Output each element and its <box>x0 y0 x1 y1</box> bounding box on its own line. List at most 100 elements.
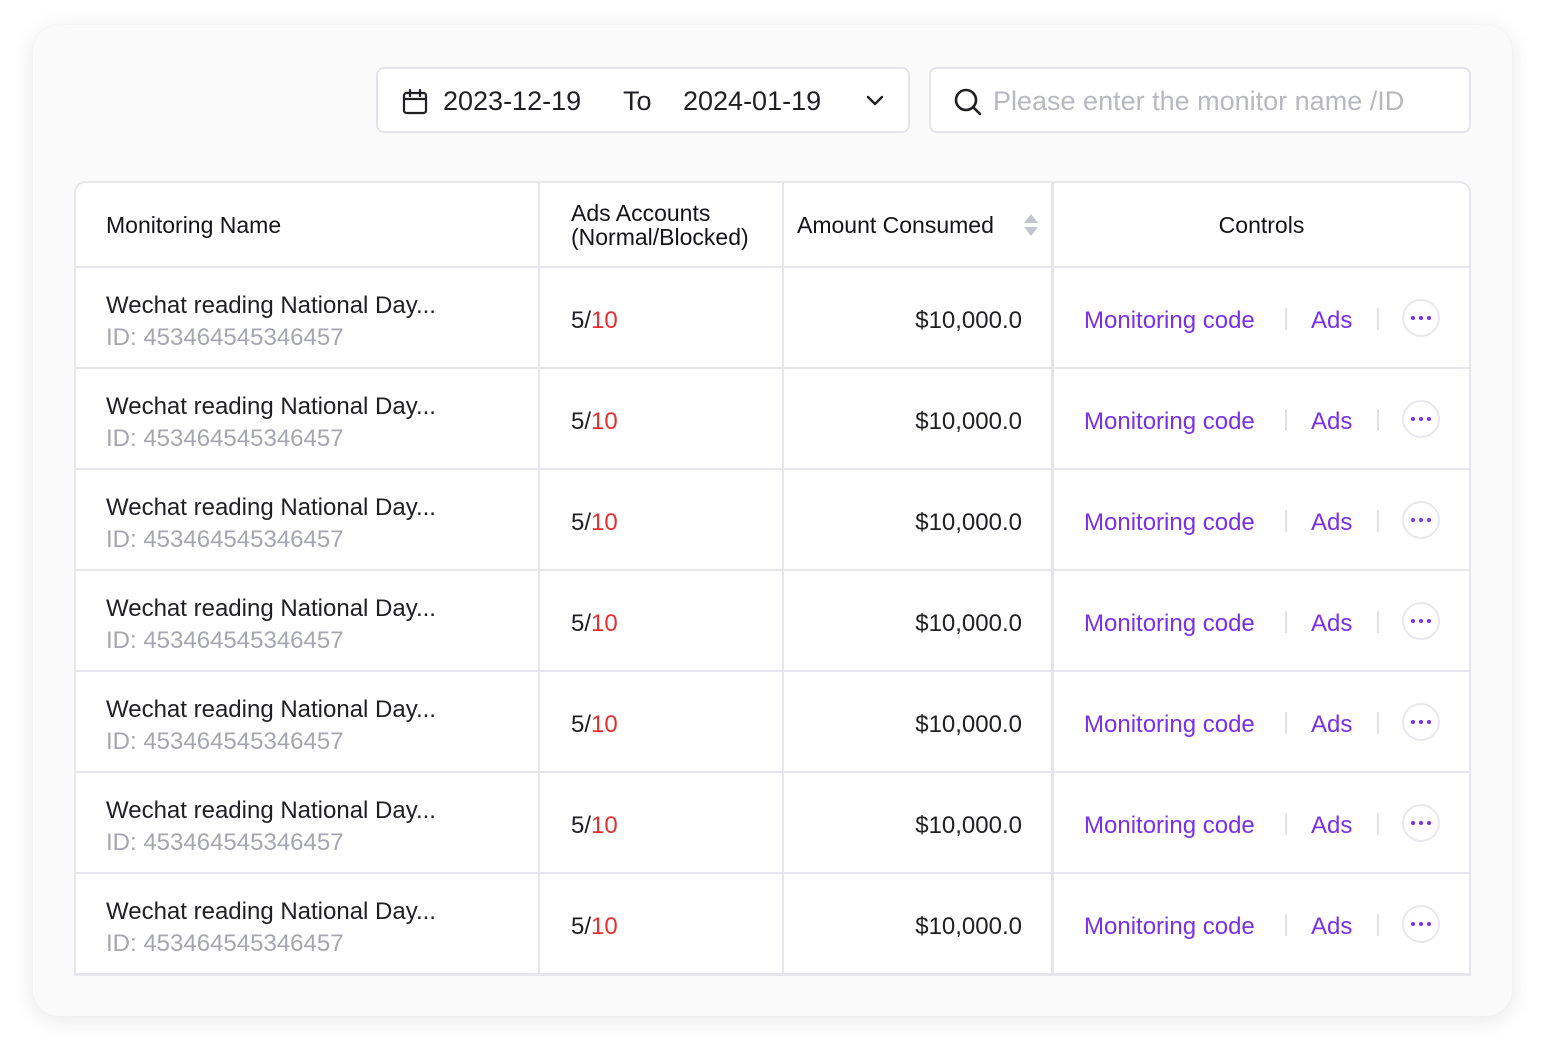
monitoring-code-link[interactable]: Monitoring code <box>1084 408 1255 436</box>
amount-consumed: $10,000.0 <box>915 610 1022 637</box>
separator <box>1377 611 1379 633</box>
date-range-picker[interactable]: 2023-12-19 To 2024-01-19 <box>376 67 910 133</box>
chevron-down-icon[interactable] <box>865 94 885 108</box>
table-row: Wechat reading National Day... ID: 45346… <box>76 874 1469 974</box>
amount-consumed: $10,000.0 <box>915 913 1022 940</box>
separator <box>1285 611 1287 633</box>
more-horizontal-icon[interactable] <box>1402 905 1440 943</box>
ads-accounts-count: 5/10 <box>571 408 618 435</box>
more-horizontal-icon[interactable] <box>1402 501 1440 539</box>
search-icon <box>954 88 982 116</box>
ads-accounts-count: 5/10 <box>571 307 618 334</box>
normal-count: 5 <box>571 711 585 738</box>
table-row: Wechat reading National Day... ID: 45346… <box>76 470 1469 571</box>
sort-icon[interactable] <box>1022 211 1040 239</box>
separator <box>1377 712 1379 734</box>
header-amount-consumed[interactable]: Amount Consumed <box>797 213 994 237</box>
search-box[interactable] <box>929 67 1471 133</box>
ads-link[interactable]: Ads <box>1311 711 1352 739</box>
monitor-id: ID: 453464545346457 <box>106 324 344 351</box>
separator <box>1285 510 1287 532</box>
monitor-name[interactable]: Wechat reading National Day... <box>106 696 436 724</box>
more-horizontal-icon[interactable] <box>1402 299 1440 337</box>
monitor-name[interactable]: Wechat reading National Day... <box>106 292 436 320</box>
calendar-icon <box>402 88 428 115</box>
separator <box>1285 914 1287 936</box>
monitoring-code-link[interactable]: Monitoring code <box>1084 307 1255 335</box>
table-row: Wechat reading National Day... ID: 45346… <box>76 369 1469 470</box>
header-ads-accounts: Ads Accounts (Normal/Blocked) <box>571 201 781 249</box>
more-horizontal-icon[interactable] <box>1402 804 1440 842</box>
monitoring-code-link[interactable]: Monitoring code <box>1084 812 1255 840</box>
monitoring-panel: 2023-12-19 To 2024-01-19 Monitoring Name… <box>33 25 1512 1016</box>
separator <box>1285 409 1287 431</box>
blocked-count: 10 <box>591 408 618 435</box>
table-row: Wechat reading National Day... ID: 45346… <box>76 773 1469 874</box>
monitor-name[interactable]: Wechat reading National Day... <box>106 797 436 825</box>
monitoring-code-link[interactable]: Monitoring code <box>1084 913 1255 941</box>
monitor-name[interactable]: Wechat reading National Day... <box>106 494 436 522</box>
normal-count: 5 <box>571 812 585 839</box>
ads-accounts-count: 5/10 <box>571 812 618 839</box>
blocked-count: 10 <box>591 509 618 536</box>
monitoring-table: Monitoring Name Ads Accounts (Normal/Blo… <box>74 181 1471 976</box>
table-row: Wechat reading National Day... ID: 45346… <box>76 672 1469 773</box>
normal-count: 5 <box>571 408 585 435</box>
date-start[interactable]: 2023-12-19 <box>443 86 581 117</box>
amount-consumed: $10,000.0 <box>915 711 1022 738</box>
normal-count: 5 <box>571 509 585 536</box>
ads-link[interactable]: Ads <box>1311 408 1352 436</box>
more-horizontal-icon[interactable] <box>1402 602 1440 640</box>
monitoring-code-link[interactable]: Monitoring code <box>1084 509 1255 537</box>
monitoring-code-link[interactable]: Monitoring code <box>1084 610 1255 638</box>
blocked-count: 10 <box>591 913 618 940</box>
more-horizontal-icon[interactable] <box>1402 703 1440 741</box>
ads-link[interactable]: Ads <box>1311 610 1352 638</box>
ads-accounts-count: 5/10 <box>571 509 618 536</box>
table-row: Wechat reading National Day... ID: 45346… <box>76 571 1469 672</box>
normal-count: 5 <box>571 913 585 940</box>
monitor-name[interactable]: Wechat reading National Day... <box>106 393 436 421</box>
amount-consumed: $10,000.0 <box>915 408 1022 435</box>
separator <box>1377 409 1379 431</box>
table-header: Monitoring Name Ads Accounts (Normal/Blo… <box>76 183 1469 268</box>
monitor-id: ID: 453464545346457 <box>106 526 344 553</box>
amount-consumed: $10,000.0 <box>915 812 1022 839</box>
monitor-name[interactable]: Wechat reading National Day... <box>106 595 436 623</box>
ads-link[interactable]: Ads <box>1311 509 1352 537</box>
monitor-id: ID: 453464545346457 <box>106 930 344 957</box>
monitor-id: ID: 453464545346457 <box>106 627 344 654</box>
ads-accounts-count: 5/10 <box>571 610 618 637</box>
header-ads-accounts-line1: Ads Accounts <box>571 200 711 226</box>
ads-link[interactable]: Ads <box>1311 812 1352 840</box>
separator <box>1377 813 1379 835</box>
search-input[interactable] <box>991 81 1455 121</box>
normal-count: 5 <box>571 610 585 637</box>
ads-accounts-count: 5/10 <box>571 913 618 940</box>
separator <box>1377 510 1379 532</box>
amount-consumed: $10,000.0 <box>915 509 1022 536</box>
blocked-count: 10 <box>591 307 618 334</box>
ads-link[interactable]: Ads <box>1311 913 1352 941</box>
date-to-label: To <box>623 86 652 116</box>
monitor-id: ID: 453464545346457 <box>106 728 344 755</box>
header-ads-accounts-line2: (Normal/Blocked) <box>571 224 749 250</box>
blocked-count: 10 <box>591 711 618 738</box>
header-monitoring-name: Monitoring Name <box>106 212 282 238</box>
separator <box>1377 914 1379 936</box>
monitor-id: ID: 453464545346457 <box>106 829 344 856</box>
monitoring-code-link[interactable]: Monitoring code <box>1084 711 1255 739</box>
date-end[interactable]: 2024-01-19 <box>683 86 821 117</box>
monitor-name[interactable]: Wechat reading National Day... <box>106 898 436 926</box>
ads-accounts-count: 5/10 <box>571 711 618 738</box>
blocked-count: 10 <box>591 610 618 637</box>
blocked-count: 10 <box>591 812 618 839</box>
table-row: Wechat reading National Day... ID: 45346… <box>76 268 1469 369</box>
separator <box>1285 813 1287 835</box>
separator <box>1285 712 1287 734</box>
more-horizontal-icon[interactable] <box>1402 400 1440 438</box>
header-controls: Controls <box>1218 212 1305 238</box>
separator <box>1285 308 1287 330</box>
ads-link[interactable]: Ads <box>1311 307 1352 335</box>
amount-consumed: $10,000.0 <box>915 307 1022 334</box>
